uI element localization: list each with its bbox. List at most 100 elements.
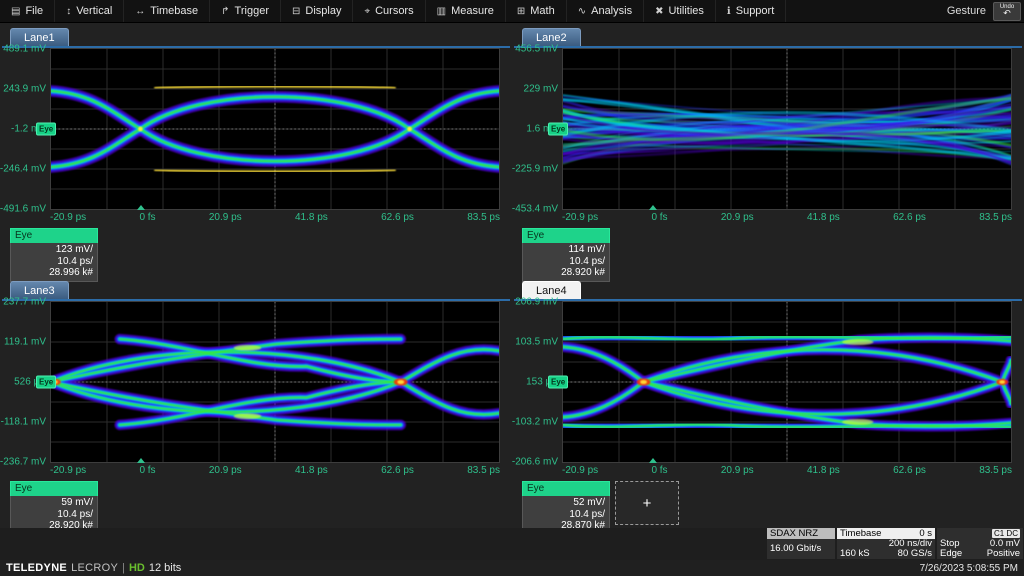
display-icon: ⊟ bbox=[292, 6, 300, 17]
lane3-x-axis: -20.9 ps 0 fs 20.9 ps 41.8 ps 62.6 ps 83… bbox=[50, 463, 500, 478]
lane2-x-axis: -20.9 ps 0 fs 20.9 ps 41.8 ps 62.6 ps 83… bbox=[562, 210, 1012, 225]
file-icon: ▤ bbox=[11, 6, 20, 17]
x-axis-tick: 83.5 ps bbox=[467, 465, 500, 476]
eye-info-title: Eye bbox=[10, 481, 98, 496]
menu-item-label: Analysis bbox=[591, 5, 632, 17]
trigger-kind: Edge bbox=[940, 549, 962, 559]
sdax-bitrate: 16.00 Gbit/s bbox=[770, 544, 821, 554]
measure-icon: ▥ bbox=[437, 6, 446, 17]
trigger-source-badge: C1 DC bbox=[992, 529, 1020, 538]
eye-info-title: Eye bbox=[10, 228, 98, 243]
eye-amplitude: 123 mV/ bbox=[15, 244, 93, 256]
utilities-icon: ✖ bbox=[655, 6, 663, 17]
brand-teledyne: TELEDYNE bbox=[6, 562, 67, 574]
x-axis-tick: 62.6 ps bbox=[381, 465, 414, 476]
menu-item-label: Vertical bbox=[76, 5, 112, 17]
menu-item-label: Math bbox=[530, 5, 554, 17]
lane1-eye-badge: Eye bbox=[36, 123, 56, 136]
lane2-plot[interactable]: 456.5 mV 229 mV 1.6 mV -225.9 mV -453.4 … bbox=[562, 48, 1012, 210]
sdax-title: SDAX NRZ bbox=[770, 528, 818, 539]
menu-support[interactable]: ℹSupport bbox=[716, 0, 786, 22]
menu-item-label: Measure bbox=[451, 5, 494, 17]
x-axis-tick: 62.6 ps bbox=[893, 212, 926, 223]
lane1-tabrow: Lane1 bbox=[2, 22, 510, 48]
y-axis-tick: -225.9 mV bbox=[512, 164, 558, 175]
y-axis-tick: -491.6 mV bbox=[0, 204, 46, 215]
eye-timebase: 10.4 ps/ bbox=[15, 509, 93, 521]
trigger-position-marker bbox=[649, 454, 657, 463]
menu-display[interactable]: ⊟ Display bbox=[281, 0, 353, 22]
plus-icon: + bbox=[643, 495, 652, 512]
lane3-plot[interactable]: 237.7 mV 119.1 mV 526 µV -118.1 mV -236.… bbox=[50, 301, 500, 463]
eye-timebase: 10.4 ps/ bbox=[527, 256, 605, 268]
support-icon: ℹ bbox=[727, 6, 731, 17]
bit-depth-label: 12 bits bbox=[149, 562, 181, 574]
analysis-icon: ∿ bbox=[578, 6, 586, 17]
x-axis-tick: 0 fs bbox=[651, 212, 667, 223]
eye-amplitude: 59 mV/ bbox=[15, 497, 93, 509]
vertical-icon: ↕ bbox=[66, 6, 71, 17]
status-footer: TELEDYNE LECROY | HD 12 bits 7/26/2023 5… bbox=[0, 560, 1024, 576]
y-axis-tick: 103.5 mV bbox=[515, 337, 558, 348]
lane1-eye-info-box[interactable]: Eye 123 mV/ 10.4 ps/ 28.996 k# bbox=[10, 228, 98, 282]
lane1-panel: Lane1 489.1 mV 243.9 mV -1.2 mV -246.4 m… bbox=[2, 22, 510, 275]
menu-vertical[interactable]: ↕ Vertical bbox=[55, 0, 124, 22]
x-axis-tick: 20.9 ps bbox=[209, 212, 242, 223]
menu-trigger[interactable]: ↱ Trigger bbox=[210, 0, 281, 22]
lane4-x-axis: -20.9 ps 0 fs 20.9 ps 41.8 ps 62.6 ps 83… bbox=[562, 463, 1012, 478]
menu-file[interactable]: ▤File bbox=[0, 0, 55, 22]
menu-math[interactable]: ⊞Math bbox=[506, 0, 567, 22]
eye-amplitude: 114 mV/ bbox=[527, 244, 605, 256]
menu-timebase[interactable]: ↔Timebase bbox=[124, 0, 210, 22]
menu-item-label: Display bbox=[305, 5, 341, 17]
x-axis-tick: -20.9 ps bbox=[50, 465, 86, 476]
x-axis-tick: 0 fs bbox=[651, 465, 667, 476]
trigger-icon: ↱ bbox=[221, 6, 229, 17]
menu-utilities[interactable]: ✖Utilities bbox=[644, 0, 716, 22]
x-axis-tick: 0 fs bbox=[139, 465, 155, 476]
x-axis-tick: 83.5 ps bbox=[467, 212, 500, 223]
menu-item-label: Cursors bbox=[375, 5, 414, 17]
y-axis-tick: 206.9 mV bbox=[515, 297, 558, 308]
teledyne-lecroy-logo: TELEDYNE LECROY | HD 12 bits bbox=[6, 562, 181, 574]
eye-info-title: Eye bbox=[522, 228, 610, 243]
grid-display-area: Lane1 489.1 mV 243.9 mV -1.2 mV -246.4 m… bbox=[0, 22, 1024, 528]
lane2-tabrow: Lane2 bbox=[514, 22, 1022, 48]
lane1-eye-diagram bbox=[51, 49, 499, 209]
lane3-eye-info-box[interactable]: Eye 59 mV/ 10.4 ps/ 28.920 k# bbox=[10, 481, 98, 535]
y-axis-tick: 243.9 mV bbox=[3, 84, 46, 95]
lane2-panel: Lane2 456.5 mV 229 mV 1.6 mV -225.9 mV -… bbox=[514, 22, 1022, 275]
menu-analysis[interactable]: ∿ Analysis bbox=[567, 0, 644, 22]
trigger-slope: Positive bbox=[987, 549, 1020, 559]
menu-measure[interactable]: ▥ Measure bbox=[426, 0, 506, 22]
add-measurement-button[interactable]: + bbox=[615, 481, 679, 525]
x-axis-tick: -20.9 ps bbox=[562, 465, 598, 476]
timebase-descriptor-box[interactable]: Timebase 0 s 200 ns/div 160 kS 80 GS/s bbox=[837, 528, 935, 559]
y-axis-tick: 229 mV bbox=[524, 84, 558, 95]
sdax-descriptor-box[interactable]: SDAX NRZ 16.00 Gbit/s bbox=[767, 528, 835, 559]
y-axis-tick: 119.1 mV bbox=[4, 337, 46, 348]
x-axis-tick: -20.9 ps bbox=[50, 212, 86, 223]
y-axis-tick: -206.6 mV bbox=[512, 457, 558, 468]
trigger-descriptor-box[interactable]: C1 DC Stop 0.0 mV Edge Positive bbox=[937, 528, 1023, 559]
lane1-plot[interactable]: 489.1 mV 243.9 mV -1.2 mV -246.4 mV -491… bbox=[50, 48, 500, 210]
eye-info-title: Eye bbox=[522, 481, 610, 496]
undo-arrow-icon: ↶ bbox=[1003, 9, 1011, 18]
lane2-eye-info-box[interactable]: Eye 114 mV/ 10.4 ps/ 28.920 k# bbox=[522, 228, 610, 282]
menubar-items: ▤File ↕ Vertical ↔Timebase ↱ Trigger ⊟ Display ⌖… bbox=[0, 0, 786, 22]
y-axis-tick: 489.1 mV bbox=[3, 44, 46, 55]
lane4-eye-info-box[interactable]: Eye 52 mV/ 10.4 ps/ 28.870 k# bbox=[522, 481, 610, 535]
timebase-samples: 160 kS bbox=[840, 549, 870, 559]
x-axis-tick: 83.5 ps bbox=[979, 212, 1012, 223]
undo-button[interactable]: Undo ↶ bbox=[993, 2, 1021, 21]
eye-timebase: 10.4 ps/ bbox=[527, 509, 605, 521]
menu-item-label: Trigger bbox=[235, 5, 269, 17]
x-axis-tick: 0 fs bbox=[139, 212, 155, 223]
menu-cursors[interactable]: ⌖Cursors bbox=[353, 0, 425, 22]
lane4-plot[interactable]: 206.9 mV 103.5 mV 153 µV -103.2 mV -206.… bbox=[562, 301, 1012, 463]
eye-amplitude: 52 mV/ bbox=[527, 497, 605, 509]
lane4-tabrow: Lane4 bbox=[514, 275, 1022, 301]
lane1-x-axis: -20.9 ps 0 fs 20.9 ps 41.8 ps 62.6 ps 83… bbox=[50, 210, 500, 225]
x-axis-tick: 20.9 ps bbox=[721, 212, 754, 223]
y-axis-tick: 237.7 mV bbox=[3, 297, 46, 308]
